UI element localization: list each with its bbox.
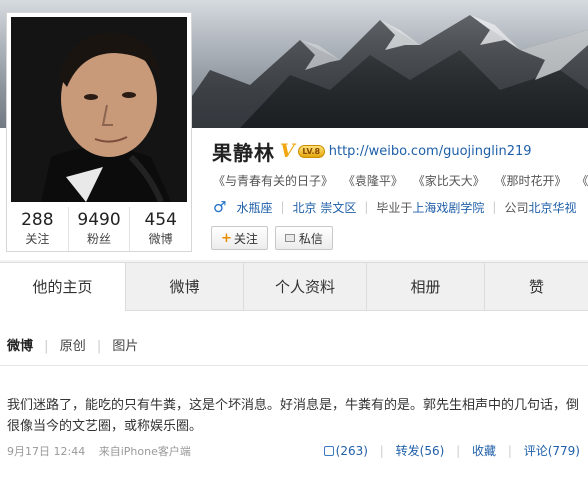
follow-button[interactable]: + 关注	[211, 226, 268, 250]
tab-profile-info[interactable]: 个人资料	[244, 263, 367, 311]
filter-weibo[interactable]: 微博	[7, 339, 33, 354]
meta-separator: |	[492, 200, 497, 214]
stat-label: 微博	[148, 232, 173, 246]
like-button[interactable]: (263)	[323, 444, 368, 458]
stat-label: 关注	[25, 232, 50, 246]
profile-name-row: 果静林 V LV.8 http://weibo.com/guojinglin21…	[212, 138, 532, 165]
feed-divider	[0, 365, 588, 366]
stat-label: 粉丝	[87, 232, 112, 246]
message-button-label: 私信	[298, 231, 323, 246]
stat-fans[interactable]: 9490 粉丝	[69, 207, 131, 251]
company-link[interactable]: 北京华视	[528, 199, 576, 216]
location-link[interactable]: 北京 崇文区	[293, 199, 357, 216]
meta-separator: |	[364, 200, 369, 214]
work-link[interactable]: 《与青春有关的日子》	[213, 174, 333, 188]
comment-button[interactable]: 评论(779)	[524, 444, 580, 458]
profile-tabs: 他的主页 微博 个人资料 相册 赞	[0, 262, 588, 312]
favorite-button[interactable]: 收藏	[472, 444, 496, 458]
thumb-up-icon	[323, 446, 334, 456]
profile-stats: 288 关注 9490 粉丝 454 微博	[7, 207, 191, 251]
like-count: (263)	[335, 444, 368, 458]
verified-icon[interactable]: V	[280, 140, 295, 162]
action-separator: |	[379, 444, 384, 458]
works-list: 《与青春有关的日子》 《袁隆平》 《家比天大》 《那时花开》 《红色追缉令》	[213, 172, 588, 189]
message-button[interactable]: 私信	[274, 226, 333, 250]
avatar-card: 288 关注 9490 粉丝 454 微博	[6, 12, 192, 252]
post-text: 我们迷路了，能吃的只有牛粪，这是个坏消息。好消息是，牛粪有的是。郭先生相声中的几…	[7, 398, 580, 434]
tab-likes[interactable]: 赞	[485, 263, 588, 311]
profile-url-link[interactable]: http://weibo.com/guojinglin219	[329, 144, 532, 159]
message-icon	[284, 234, 295, 242]
tab-album[interactable]: 相册	[367, 263, 485, 311]
profile-actions: + 关注 私信	[211, 226, 340, 250]
tab-weibo[interactable]: 微博	[126, 263, 244, 311]
stat-number: 454	[144, 210, 177, 230]
work-link[interactable]: 《家比天大》	[413, 174, 485, 188]
filter-separator: |	[96, 339, 102, 354]
work-link[interactable]: 《红色追缉令》	[576, 174, 588, 188]
work-link[interactable]: 《那时花开》	[495, 174, 567, 188]
avatar[interactable]	[11, 17, 187, 202]
company-prefix: 公司	[504, 200, 529, 215]
level-badge-icon[interactable]: LV.8	[297, 144, 325, 158]
school-prefix: 毕业于	[376, 200, 413, 215]
work-link[interactable]: 《袁隆平》	[343, 174, 403, 188]
tab-home[interactable]: 他的主页	[0, 263, 126, 312]
post-footer: 9月17日 12:44 来自iPhone客户端 (263) | 转发(56) |…	[0, 439, 588, 461]
action-separator: |	[456, 444, 461, 458]
post-source: 来自iPhone客户端	[98, 445, 191, 458]
repost-button[interactable]: 转发(56)	[396, 444, 445, 458]
stat-following[interactable]: 288 关注	[7, 207, 69, 251]
post-meta: 9月17日 12:44 来自iPhone客户端	[7, 443, 191, 459]
post-time[interactable]: 9月17日 12:44	[7, 445, 85, 458]
zodiac-link[interactable]: 水瓶座	[236, 199, 272, 216]
filter-pictures[interactable]: 图片	[112, 339, 138, 354]
meta-separator: |	[280, 200, 285, 214]
stat-weibo[interactable]: 454 微博	[130, 207, 191, 251]
stat-number: 288	[21, 210, 54, 230]
filter-original[interactable]: 原创	[60, 339, 86, 354]
school-link[interactable]: 上海戏剧学院	[412, 199, 484, 216]
profile-meta: ♂ 水瓶座 | 北京 崇文区 | 毕业于 上海戏剧学院 | 公司 北京华视	[213, 198, 588, 216]
action-separator: |	[507, 444, 512, 458]
plus-icon: +	[221, 230, 232, 246]
post-actions: (263) | 转发(56) | 收藏 | 评论(779)	[323, 442, 580, 459]
feed-filter: 微博 | 原创 | 图片	[7, 335, 138, 354]
filter-separator: |	[44, 339, 49, 354]
stat-number: 9490	[77, 210, 121, 230]
profile-name: 果静林	[212, 140, 275, 165]
feed: 微博 | 原创 | 图片 我们迷路了，能吃的只有牛粪，这是个坏消息。好消息是，牛…	[0, 311, 588, 485]
male-icon: ♂	[213, 198, 227, 216]
follow-button-label: 关注	[233, 231, 258, 246]
